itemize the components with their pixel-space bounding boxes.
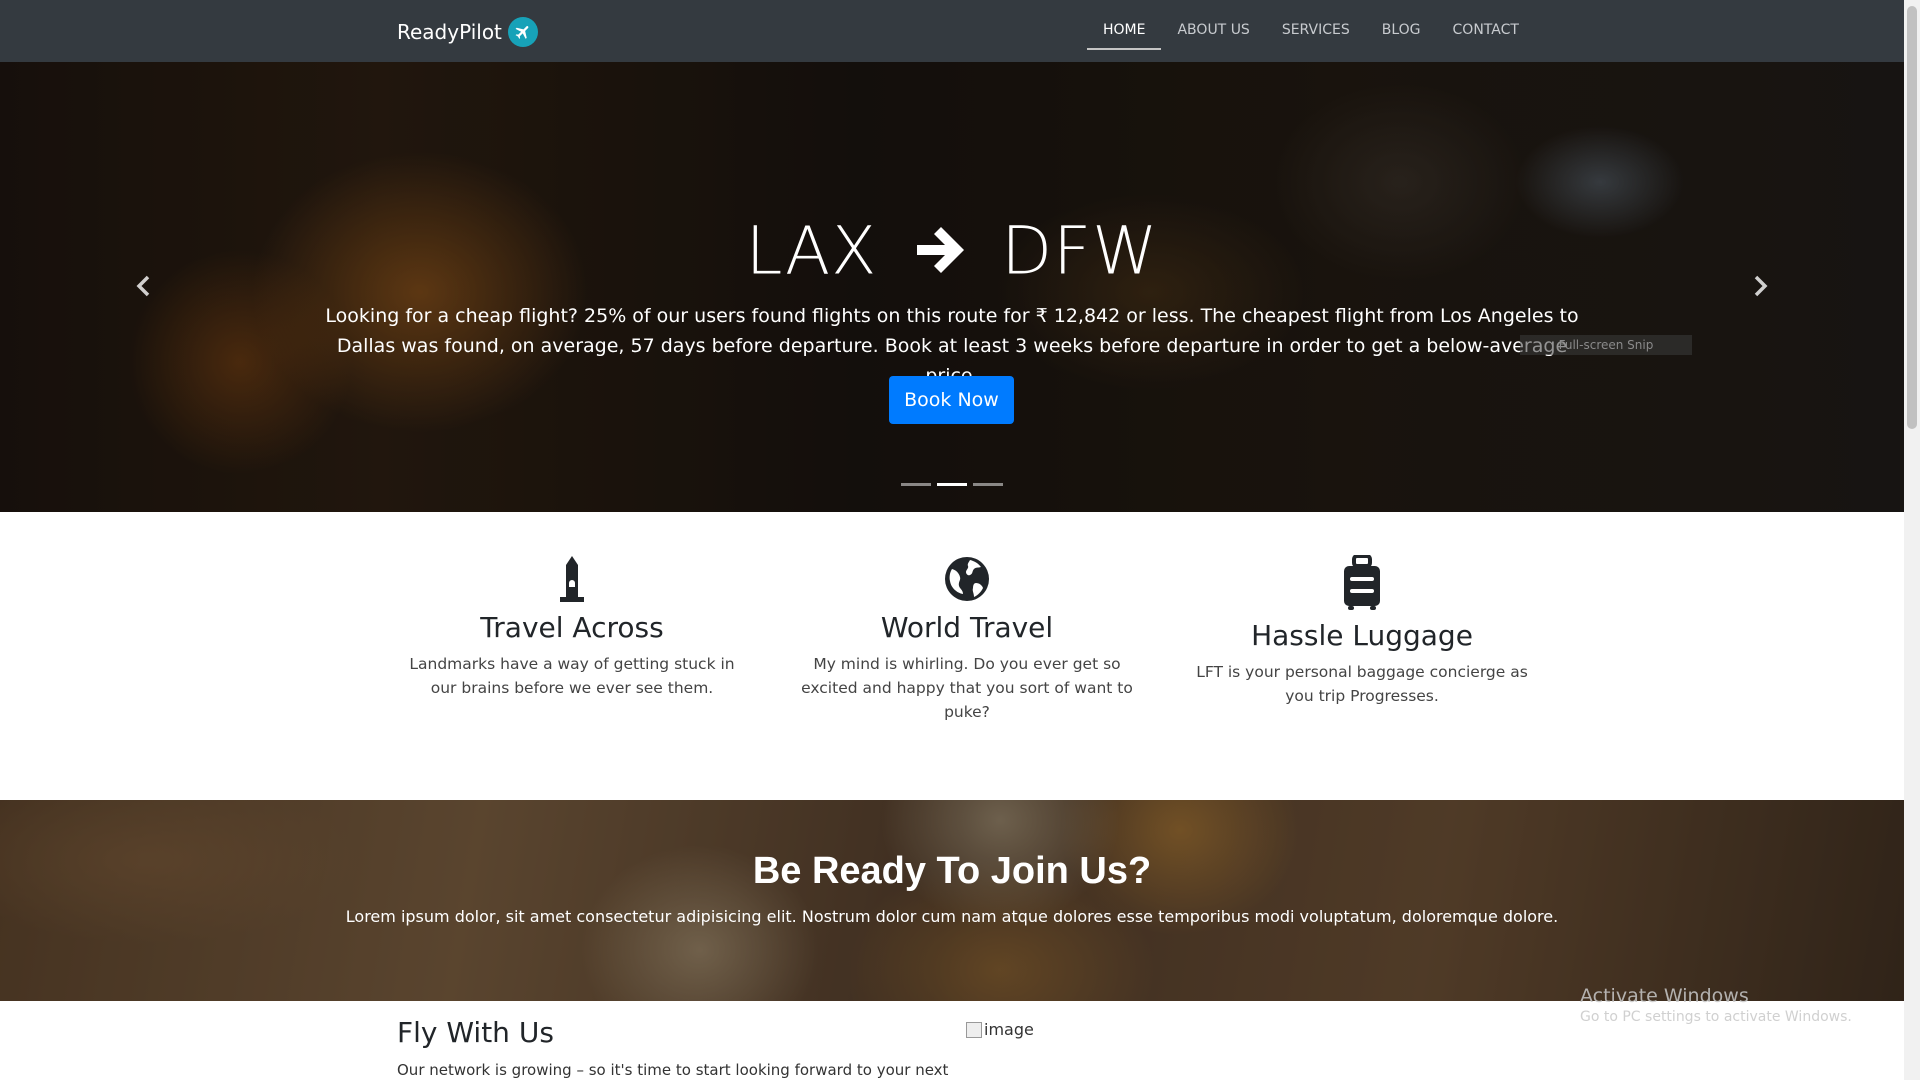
broken-image-icon <box>966 1021 982 1038</box>
feature-world-travel: World Travel My mind is whirling. Do you… <box>792 555 1142 724</box>
feature-title: World Travel <box>880 611 1054 644</box>
book-now-button[interactable]: Book Now <box>889 376 1014 424</box>
feature-travel-across: Travel Across Landmarks have a way of ge… <box>397 555 747 724</box>
route-title: LAX DFW <box>0 208 1904 290</box>
globe-icon <box>945 557 989 601</box>
carousel-indicator[interactable] <box>901 483 931 486</box>
nav-blog[interactable]: BLOG <box>1366 0 1437 62</box>
route-origin: LAX <box>745 212 878 290</box>
feature-text: LFT is your personal baggage concierge a… <box>1196 663 1528 705</box>
join-overlay <box>0 800 1904 1001</box>
feature-text: My mind is whirling. Do you ever get so … <box>801 655 1133 721</box>
nav-home[interactable]: HOME <box>1087 0 1162 62</box>
feature-title: Hassle Luggage <box>1251 619 1473 652</box>
broken-image: image <box>966 1020 1034 1039</box>
fly-title: Fly With Us <box>397 1016 554 1049</box>
hero-carousel: LAX DFW Looking for a cheap flight? 25% … <box>0 62 1904 512</box>
monument-icon <box>560 556 584 602</box>
route-destination: DFW <box>1001 212 1159 290</box>
snip-overlay: Full-screen Snip <box>1520 335 1692 355</box>
features-section: Travel Across Landmarks have a way of ge… <box>397 555 1537 724</box>
carousel-indicator-active[interactable] <box>937 483 967 486</box>
image-alt-text: image <box>984 1020 1034 1039</box>
watermark-subtitle: Go to PC settings to activate Windows. <box>1580 1009 1852 1025</box>
feature-hassle-luggage: Hassle Luggage LFT is your personal bagg… <box>1187 555 1537 724</box>
nav-services[interactable]: SERVICES <box>1266 0 1366 62</box>
join-section: Be Ready To Join Us? Lorem ipsum dolor, … <box>0 800 1904 1001</box>
page: ReadyPilot HOME ABOUT US SERVICES BLOG C… <box>0 0 1904 1080</box>
brand-name: ReadyPilot <box>397 20 502 44</box>
carousel-indicators <box>0 483 1904 486</box>
join-text: Lorem ipsum dolor, sit amet consectetur … <box>345 907 1559 926</box>
airplane-icon <box>507 17 538 47</box>
chevron-right-icon[interactable] <box>1748 274 1772 298</box>
nav-contact[interactable]: CONTACT <box>1437 0 1535 62</box>
join-title: Be Ready To Join Us? <box>752 850 1152 892</box>
feature-title: Travel Across <box>480 611 664 644</box>
chevron-left-icon[interactable] <box>132 274 156 298</box>
vertical-scrollbar[interactable] <box>1904 0 1920 1080</box>
feature-text: Landmarks have a way of getting stuck in… <box>409 655 735 697</box>
main-nav: HOME ABOUT US SERVICES BLOG CONTACT <box>1087 0 1535 62</box>
nav-about-us[interactable]: ABOUT US <box>1161 0 1265 62</box>
navbar: ReadyPilot HOME ABOUT US SERVICES BLOG C… <box>0 0 1904 62</box>
arrow-right-icon <box>913 213 965 290</box>
watermark-title: Activate Windows <box>1580 985 1749 1007</box>
windows-activation-watermark: Activate Windows Go to PC settings to ac… <box>1580 985 1852 1025</box>
carousel-indicator[interactable] <box>973 483 1003 486</box>
fly-text: Our network is growing – so it's time to… <box>397 1061 949 1079</box>
brand-logo[interactable]: ReadyPilot <box>397 17 538 47</box>
scrollbar-thumb[interactable] <box>1907 6 1917 429</box>
suitcase-icon <box>1344 555 1380 610</box>
